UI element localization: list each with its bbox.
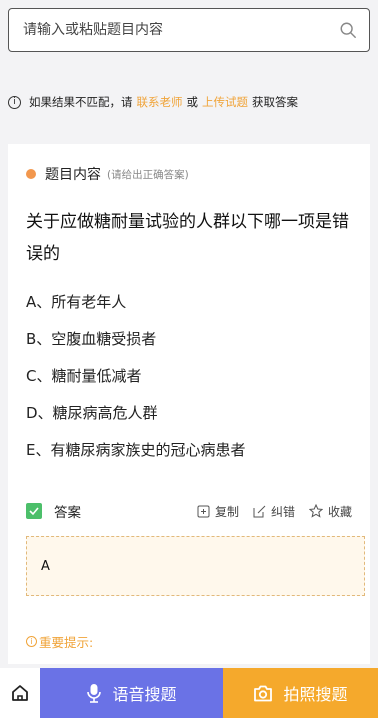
question-section-header: 题目内容 (请给出正确答案) xyxy=(26,164,189,184)
search-icon[interactable] xyxy=(339,21,357,39)
option-list: A、所有老年人 B、空腹血糖受损者 C、糖耐量低减者 D、糖尿病高危人群 E、有… xyxy=(26,292,245,477)
edit-icon xyxy=(253,505,266,517)
section-dot-icon xyxy=(26,169,36,179)
question-text: 关于应做糖耐量试验的人群以下哪一项是错误的 xyxy=(26,212,349,264)
photo-search-button[interactable]: 拍照搜题 xyxy=(223,668,378,718)
copy-label: 复制 xyxy=(214,504,239,519)
favorite-button[interactable]: 收藏 xyxy=(308,503,352,520)
home-button[interactable] xyxy=(0,668,40,718)
answer-box: A xyxy=(26,536,365,596)
answer-value: A xyxy=(41,559,50,574)
star-icon xyxy=(308,504,323,518)
notice-suffix: 获取答案 xyxy=(252,95,298,109)
search-box[interactable] xyxy=(8,8,370,52)
option-item: E、有糖尿病家族史的冠心病患者 xyxy=(26,441,246,459)
option-item: D、糖尿病高危人群 xyxy=(26,404,158,422)
microphone-icon xyxy=(87,684,102,703)
option-item: A、所有老年人 xyxy=(26,293,127,311)
correction-button[interactable]: 纠错 xyxy=(253,503,295,520)
correction-label: 纠错 xyxy=(270,504,295,519)
camera-icon xyxy=(254,685,273,701)
notice-or: 或 xyxy=(186,95,199,109)
notice-prefix: 如果结果不匹配，请 xyxy=(29,95,133,109)
bottom-bar: 语音搜题 拍照搜题 xyxy=(0,668,378,718)
tip-title: 重要提示: xyxy=(39,635,94,650)
voice-search-button[interactable]: 语音搜题 xyxy=(40,668,223,718)
important-tip: i 重要提示: xyxy=(26,632,93,651)
search-input[interactable] xyxy=(23,22,323,38)
answer-icon xyxy=(26,503,42,519)
option-item: C、糖耐量低减者 xyxy=(26,367,142,385)
info-icon: i xyxy=(8,95,21,109)
answer-toolbar: 答案 复制 纠错 收藏 xyxy=(26,500,352,522)
copy-button[interactable]: 复制 xyxy=(197,503,239,520)
answer-label: 答案 xyxy=(54,505,81,521)
photo-search-label: 拍照搜题 xyxy=(283,685,348,704)
copy-icon xyxy=(197,505,210,517)
voice-search-label: 语音搜题 xyxy=(112,685,177,704)
contact-teacher-link[interactable]: 联系老师 xyxy=(137,94,183,110)
answer-actions: 复制 纠错 收藏 xyxy=(183,503,352,520)
upload-question-link[interactable]: 上传试题 xyxy=(202,94,248,110)
section-title: 题目内容 xyxy=(45,167,101,183)
search-area xyxy=(0,0,378,68)
favorite-label: 收藏 xyxy=(327,504,352,519)
section-note: (请给出正确答案) xyxy=(107,168,189,181)
mismatch-notice: i 如果结果不匹配，请 联系老师 或 上传试题 获取答案 xyxy=(0,86,378,118)
option-item: B、空腹血糖受损者 xyxy=(26,330,157,348)
home-icon xyxy=(12,685,28,701)
question-card: 题目内容 (请给出正确答案) 关于应做糖耐量试验的人群以下哪一项是错误的 A、所… xyxy=(8,144,370,664)
tip-info-icon: i xyxy=(26,636,37,647)
